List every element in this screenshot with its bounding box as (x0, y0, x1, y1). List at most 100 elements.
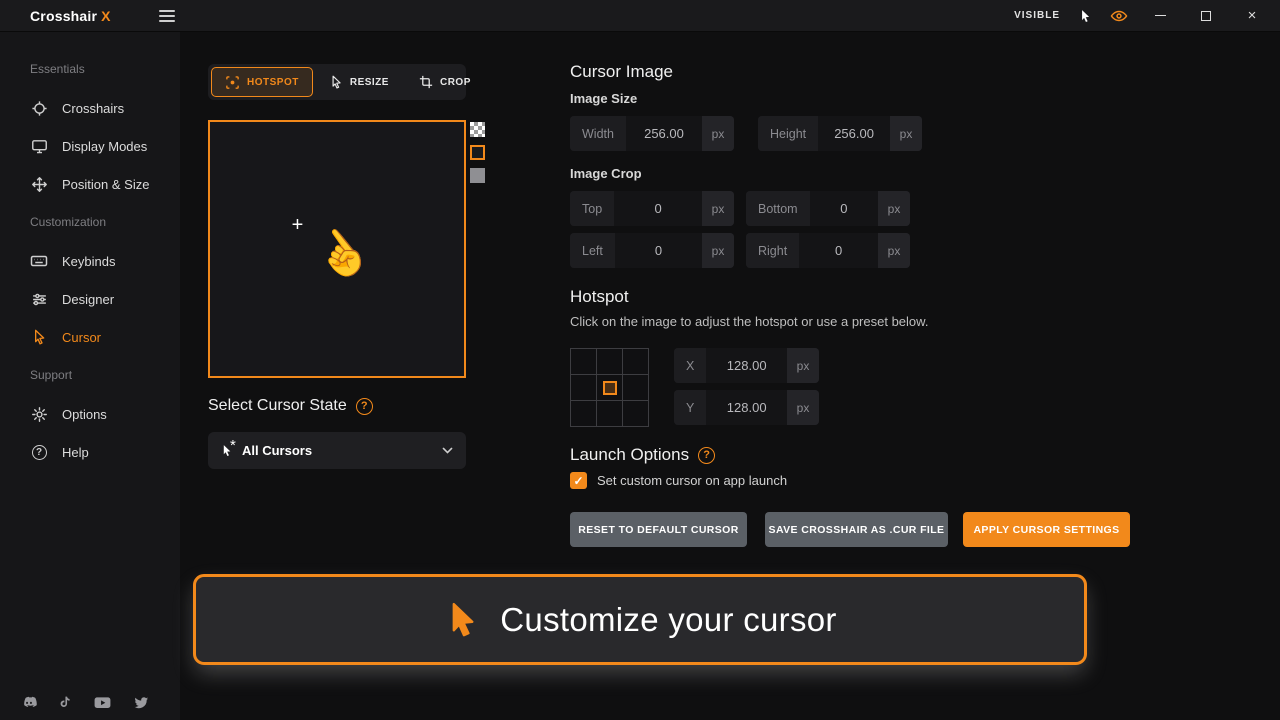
cursor-preview-image: + ☝ (306, 218, 369, 280)
gray-background-swatch[interactable] (470, 168, 485, 183)
hotspot-preset-top-left[interactable] (571, 349, 596, 374)
apply-cursor-settings-button[interactable]: APPLY CURSOR SETTINGS (963, 512, 1130, 547)
hotspot-y-field: Y 128.00 px (674, 390, 819, 425)
launch-options-heading-row: Launch Options ? (570, 445, 715, 465)
transparent-background-swatch[interactable] (470, 122, 485, 137)
dark-background-swatch[interactable] (470, 145, 485, 160)
section-essentials: Essentials (30, 62, 85, 76)
width-field: Width 256.00 px (570, 116, 734, 151)
resize-cursor-icon (329, 75, 343, 89)
cursor-preview-canvas[interactable]: + ☝ (208, 120, 466, 378)
hotspot-icon (225, 75, 240, 90)
sidebar-item-display-modes[interactable]: Display Modes (0, 127, 180, 165)
preview-background-swatches (470, 122, 485, 183)
cursor-icon (30, 328, 48, 346)
tab-hotspot[interactable]: HOTSPOT (211, 67, 313, 97)
crop-bottom-input[interactable]: 0 (810, 191, 878, 226)
sidebar-item-crosshairs[interactable]: Crosshairs (0, 89, 180, 127)
field-label: Height (758, 116, 818, 151)
hotspot-preset-middle-right[interactable] (623, 375, 648, 400)
menu-icon[interactable] (159, 10, 175, 22)
cursor-pointer-icon (443, 601, 480, 638)
sidebar-item-keybinds[interactable]: Keybinds (0, 242, 180, 280)
unit-label: px (702, 116, 734, 151)
hotspot-preset-middle-left[interactable] (571, 375, 596, 400)
help-icon[interactable]: ? (356, 398, 373, 415)
field-label: Bottom (746, 191, 810, 226)
hotspot-preset-bottom-left[interactable] (571, 401, 596, 426)
hotspot-preset-top-center[interactable] (597, 349, 622, 374)
cursor-image-heading: Cursor Image (570, 62, 673, 82)
sidebar-item-position-size[interactable]: Position & Size (0, 165, 180, 203)
tab-crop[interactable]: CROP (405, 67, 485, 97)
hand-cursor-sprite: ☝ (303, 217, 378, 292)
field-label: Right (746, 233, 799, 268)
crosshair-icon (30, 99, 48, 117)
sidebar-item-options[interactable]: Options (0, 395, 180, 433)
customize-cursor-banner[interactable]: Customize your cursor (193, 574, 1087, 665)
launch-checkbox-label: Set custom cursor on app launch (597, 473, 787, 488)
tab-resize[interactable]: RESIZE (315, 67, 403, 97)
close-button[interactable]: × (1238, 1, 1266, 31)
crop-left-field: Left 0 px (570, 233, 734, 268)
app-name-accent: X (101, 8, 111, 24)
cursor-editor-tabs: HOTSPOT RESIZE CROP (208, 64, 466, 100)
banner-title: Customize your cursor (500, 601, 836, 639)
launch-options-heading: Launch Options (570, 445, 689, 465)
hotspot-description: Click on the image to adjust the hotspot… (570, 314, 928, 329)
sidebar-item-label: Cursor (62, 330, 101, 345)
hotspot-preset-bottom-center[interactable] (597, 401, 622, 426)
unit-label: px (878, 233, 910, 268)
twitter-icon[interactable] (132, 694, 150, 712)
tab-label: RESIZE (350, 77, 389, 88)
hotspot-y-input[interactable]: 128.00 (706, 390, 787, 425)
hotspot-heading: Hotspot (570, 287, 629, 307)
unit-label: px (890, 116, 922, 151)
field-label: Y (674, 390, 706, 425)
maximize-button[interactable] (1192, 1, 1220, 31)
dropdown-selected-value: All Cursors (242, 443, 312, 458)
hotspot-x-input[interactable]: 128.00 (706, 348, 787, 383)
minimize-button[interactable] (1146, 1, 1174, 31)
tiktok-icon[interactable] (58, 695, 73, 710)
hotspot-preset-center[interactable] (597, 375, 622, 400)
width-input[interactable]: 256.00 (626, 116, 702, 151)
eye-icon[interactable] (1110, 7, 1128, 25)
crop-right-input[interactable]: 0 (799, 233, 878, 268)
app-name: Crosshair (30, 8, 97, 24)
crop-top-input[interactable]: 0 (614, 191, 702, 226)
help-icon[interactable]: ? (698, 447, 715, 464)
sidebar-item-label: Keybinds (62, 254, 115, 269)
height-input[interactable]: 256.00 (818, 116, 890, 151)
youtube-icon[interactable] (93, 693, 112, 712)
sidebar-item-cursor[interactable]: Cursor (0, 318, 180, 356)
sidebar-item-designer[interactable]: Designer (0, 280, 180, 318)
sidebar-item-label: Display Modes (62, 139, 147, 154)
crop-right-field: Right 0 px (746, 233, 910, 268)
field-label: X (674, 348, 706, 383)
crop-top-field: Top 0 px (570, 191, 734, 226)
launch-checkbox[interactable]: ✓ (570, 472, 587, 489)
cursor-indicator-icon (1078, 9, 1092, 23)
unit-label: px (787, 348, 819, 383)
select-cursor-state-heading: Select Cursor State (208, 397, 347, 415)
cursor-state-dropdown[interactable]: * All Cursors (208, 432, 466, 469)
hotspot-preset-grid (570, 348, 649, 427)
sidebar-item-label: Options (62, 407, 107, 422)
tab-label: HOTSPOT (247, 77, 299, 88)
hotspot-preset-top-right[interactable] (623, 349, 648, 374)
save-cur-file-button[interactable]: SAVE CROSSHAIR AS .CUR FILE (765, 512, 948, 547)
discord-icon[interactable] (20, 694, 38, 712)
unit-label: px (702, 233, 734, 268)
field-label: Left (570, 233, 615, 268)
launch-checkbox-row[interactable]: ✓ Set custom cursor on app launch (570, 472, 787, 489)
crop-left-input[interactable]: 0 (615, 233, 702, 268)
crop-bottom-field: Bottom 0 px (746, 191, 910, 226)
sidebar-item-help[interactable]: ? Help (0, 433, 180, 471)
reset-default-cursor-button[interactable]: RESET TO DEFAULT CURSOR (570, 512, 747, 547)
crosshair-x-window: Crosshair X VISIBLE × Essentials (0, 0, 1280, 720)
gear-icon (30, 405, 48, 423)
move-icon (30, 175, 48, 193)
sidebar-item-label: Position & Size (62, 177, 149, 192)
hotspot-preset-bottom-right[interactable] (623, 401, 648, 426)
